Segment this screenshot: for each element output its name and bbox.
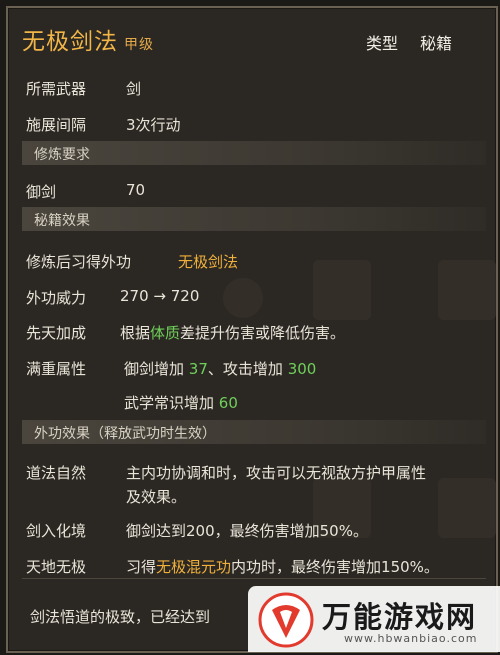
type-value: 秘籍 — [420, 34, 453, 53]
watermark-name: 万能游戏网 — [322, 600, 478, 634]
external-effect-2-label: 剑入化境 — [26, 522, 87, 540]
external-effect-3-post: 内功时，最终伤害增加150%。 — [231, 558, 439, 576]
footer-flavor-text: 剑法悟道的极致，已经达到 — [30, 608, 211, 626]
learn-value: 无极剑法 — [178, 253, 239, 271]
power-value: 270 → 720 — [120, 287, 200, 305]
watermark-url: www.hbwanbiao.com — [344, 632, 478, 645]
requirements-header-text: 修炼要求 — [34, 147, 90, 163]
effects-header: 秘籍效果 — [22, 207, 486, 231]
max-attr-2-label: 、攻击增加 — [207, 360, 283, 378]
innate-highlight: 体质 — [150, 324, 181, 342]
background-item-slot — [438, 260, 496, 320]
max-label: 满重属性 — [26, 360, 87, 378]
innate-text-post: 差提升伤害或降低伤害。 — [180, 324, 346, 342]
external-effect-3-label: 天地无极 — [26, 558, 87, 576]
max-attr-3-label: 武学常识增加 — [124, 394, 215, 412]
external-effect-1-line1: 主内功协调和时，攻击可以无视敌方护甲属性 — [126, 464, 427, 482]
requirement-label: 御剑 — [26, 183, 57, 201]
external-effect-3-highlight: 无极混元功 — [156, 558, 232, 576]
external-effect-3-text: 习得无极混元功内功时，最终伤害增加150%。 — [126, 556, 439, 577]
site-watermark: 万能游戏网 www.hbwanbiao.com — [248, 586, 500, 652]
max-attr-3-value: 60 — [218, 394, 238, 412]
max-attr-2-value: 300 — [287, 360, 317, 378]
max-line1: 御剑增加 37、攻击增加 300 — [124, 358, 316, 379]
background-item-slot — [313, 260, 371, 320]
external-effect-1-label: 道法自然 — [26, 464, 87, 482]
watermark-logo-icon — [258, 592, 314, 648]
external-header: 外功效果（释放武功时生效） — [22, 420, 486, 444]
skill-title: 无极剑法 甲级 — [22, 22, 154, 56]
background-ornament — [223, 278, 263, 318]
innate-label: 先天加成 — [26, 324, 87, 342]
type-label: 类型 — [366, 34, 399, 53]
external-effect-2-text: 御剑达到200，最终伤害增加50%。 — [126, 522, 368, 540]
external-header-text: 外功效果（释放武功时生效） — [34, 426, 216, 442]
skill-grade: 甲级 — [124, 37, 154, 53]
effects-header-text: 秘籍效果 — [34, 213, 90, 229]
footer-divider — [22, 578, 486, 579]
power-label: 外功威力 — [26, 289, 87, 307]
requirement-value: 70 — [126, 181, 146, 199]
weapon-value: 剑 — [126, 80, 142, 98]
max-line2: 武学常识增加 60 — [124, 392, 238, 413]
requirements-header: 修炼要求 — [22, 141, 486, 165]
background-item-slot — [438, 478, 496, 538]
interval-value: 3次行动 — [126, 116, 181, 134]
learn-label: 修炼后习得外功 — [26, 253, 132, 271]
external-effect-1-line2: 及效果。 — [126, 488, 187, 506]
innate-text-pre: 根据 — [120, 324, 151, 342]
skill-name: 无极剑法 — [22, 29, 118, 55]
interval-label: 施展间隔 — [26, 116, 87, 134]
max-attr-1-value: 37 — [188, 360, 208, 378]
innate-text: 根据体质差提升伤害或降低伤害。 — [120, 322, 345, 343]
external-effect-3-pre: 习得 — [126, 558, 157, 576]
max-attr-1-label: 御剑增加 — [124, 360, 185, 378]
weapon-label: 所需武器 — [26, 80, 87, 98]
